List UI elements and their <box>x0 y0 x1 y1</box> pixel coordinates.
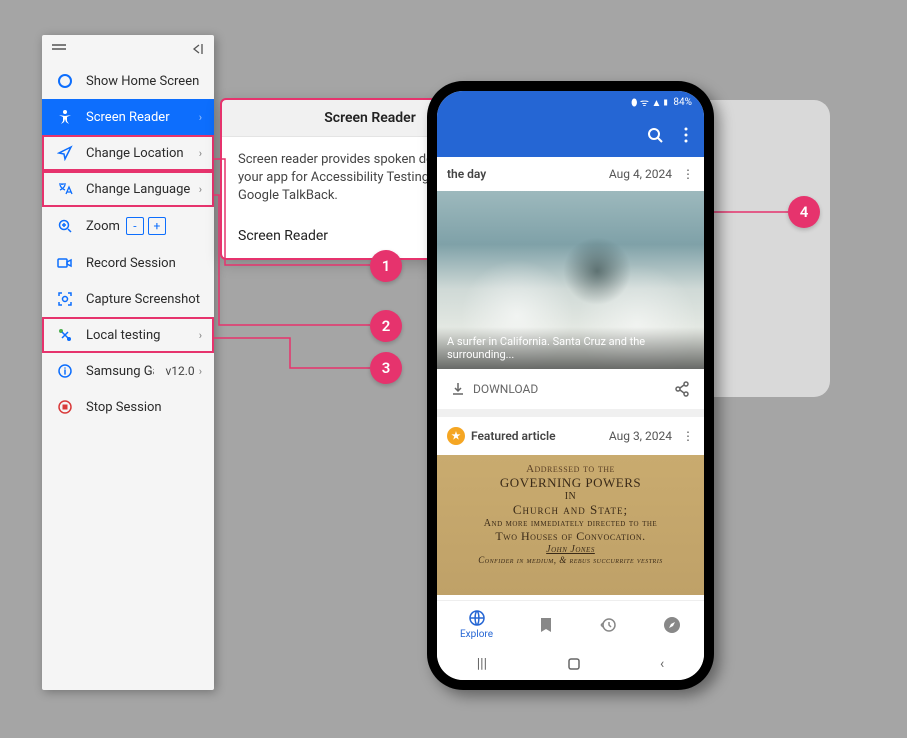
book-line: Two Houses of Convocation. <box>451 529 690 544</box>
sidebar-item-location[interactable]: Change Location › <box>42 135 214 171</box>
callout-4: 4 <box>788 196 820 228</box>
card1-title: the day <box>447 167 486 181</box>
sidebar-item-screenreader[interactable]: Screen Reader › <box>42 99 214 135</box>
sidebar-item-label: Local testing <box>86 328 160 343</box>
stop-icon <box>54 399 76 415</box>
callout-2: 2 <box>370 310 402 342</box>
sidebar-header <box>42 35 214 63</box>
nav-discover[interactable] <box>663 616 681 634</box>
recent-apps-button[interactable]: ||| <box>477 656 487 672</box>
card-more-icon[interactable]: ⋮ <box>682 167 694 181</box>
bottom-nav: Explore <box>437 600 704 648</box>
download-label: DOWNLOAD <box>473 382 538 396</box>
collapse-icon[interactable] <box>190 43 204 55</box>
book-line: GOVERNING POWERS <box>451 475 690 491</box>
search-icon[interactable] <box>646 126 664 144</box>
book-line: John Jones <box>451 544 690 555</box>
zoom-icon <box>54 218 76 234</box>
chevron-right-icon: › <box>199 365 202 378</box>
sidebar-item-label: Change Language <box>86 182 190 197</box>
battery-label: 84% <box>673 97 692 108</box>
screenshot-icon <box>54 291 76 307</box>
book-line: Confider in medium, & rebus succurrite v… <box>451 555 690 565</box>
nav-explore[interactable]: Explore <box>460 609 493 640</box>
sidebar-panel: Show Home Screen Screen Reader › Change … <box>42 35 214 690</box>
sidebar-item-label: Change Location <box>86 146 184 161</box>
card2-date: Aug 3, 2024 <box>609 429 672 443</box>
download-button[interactable]: DOWNLOAD <box>451 382 538 396</box>
card-more-icon[interactable]: ⋮ <box>682 429 694 443</box>
status-icons: ⬮ ᯤ ▲▮ <box>631 95 669 109</box>
phone-frame: ⬮ ᯤ ▲▮ 84% the day Aug 4, 2024 ⋮ <box>427 81 714 690</box>
sidebar-item-record[interactable]: Record Session <box>42 245 214 281</box>
system-nav: ||| ‹ <box>437 648 704 680</box>
nav-saved[interactable] <box>539 617 553 633</box>
feed[interactable]: the day Aug 4, 2024 ⋮ A surfer in Califo… <box>437 157 704 600</box>
zoom-out-button[interactable]: - <box>126 217 144 235</box>
accessibility-icon <box>54 109 76 125</box>
info-icon <box>54 363 76 379</box>
sidebar-item-label: Capture Screenshot <box>86 292 200 307</box>
card-featured-article[interactable]: ★ Featured article Aug 3, 2024 ⋮ Address… <box>437 417 704 600</box>
sidebar-item-label: Record Session <box>86 256 176 271</box>
nav-history[interactable] <box>599 616 617 634</box>
card1-caption: A surfer in California. Santa Cruz and t… <box>437 327 704 369</box>
sidebar-item-language[interactable]: Change Language › <box>42 171 214 207</box>
popup-toggle-label: Screen Reader <box>238 228 328 244</box>
sidebar-item-label: Stop Session <box>86 400 162 415</box>
sidebar-item-home[interactable]: Show Home Screen <box>42 63 214 99</box>
location-icon <box>54 145 76 161</box>
sidebar-item-label: Screen Reader <box>86 110 170 125</box>
sidebar-item-label: Show Home Screen <box>86 74 199 89</box>
book-line: And more immediately directed to the <box>451 518 690 529</box>
card-picture-of-day[interactable]: the day Aug 4, 2024 ⋮ A surfer in Califo… <box>437 157 704 409</box>
bookmark-icon <box>539 617 553 633</box>
card1-date: Aug 4, 2024 <box>609 167 672 181</box>
more-icon[interactable] <box>684 127 688 143</box>
book-line: Church and State; <box>451 502 690 518</box>
sidebar-item-stop[interactable]: Stop Session <box>42 389 214 425</box>
phone-screen: ⬮ ᯤ ▲▮ 84% the day Aug 4, 2024 ⋮ <box>437 91 704 680</box>
camera-icon <box>54 255 76 271</box>
sidebar-item-screenshot[interactable]: Capture Screenshot <box>42 281 214 317</box>
share-icon[interactable] <box>674 381 690 397</box>
globe-icon <box>468 609 486 627</box>
chevron-right-icon: › <box>199 147 202 160</box>
zoom-in-button[interactable]: + <box>148 217 166 235</box>
callout-3: 3 <box>370 352 402 384</box>
status-bar: ⬮ ᯤ ▲▮ 84% <box>437 91 704 113</box>
hamburger-icon[interactable] <box>52 44 66 54</box>
sidebar-item-zoom: Zoom - + <box>42 207 214 245</box>
home-button[interactable] <box>567 657 581 671</box>
circle-icon <box>54 73 76 89</box>
device-version: v12.0 <box>165 364 194 378</box>
card2-title: ★ Featured article <box>447 427 556 445</box>
app-bar <box>437 113 704 157</box>
callout-1: 1 <box>370 250 402 282</box>
star-icon: ★ <box>447 427 465 445</box>
sidebar-item-label: Samsung Gal <box>86 364 154 379</box>
nav-label: Explore <box>460 629 493 640</box>
chevron-right-icon: › <box>199 329 202 342</box>
sidebar-item-label: Zoom <box>86 219 120 234</box>
sidebar-item-localtest[interactable]: Local testing › <box>42 317 214 353</box>
book-line: IN <box>451 491 690 502</box>
book-line: Addressed to the <box>451 463 690 475</box>
chevron-right-icon: › <box>199 111 202 124</box>
chevron-right-icon: › <box>199 183 202 196</box>
translate-icon <box>54 181 76 197</box>
card2-title-text: Featured article <box>471 429 556 443</box>
card1-image: A surfer in California. Santa Cruz and t… <box>437 191 704 369</box>
card2-image: Addressed to the GOVERNING POWERS IN Chu… <box>437 455 704 595</box>
sidebar-item-device[interactable]: Samsung Gal v12.0 › <box>42 353 214 389</box>
history-icon <box>599 616 617 634</box>
network-icon <box>54 327 76 343</box>
back-button[interactable]: ‹ <box>660 656 664 672</box>
compass-icon <box>663 616 681 634</box>
